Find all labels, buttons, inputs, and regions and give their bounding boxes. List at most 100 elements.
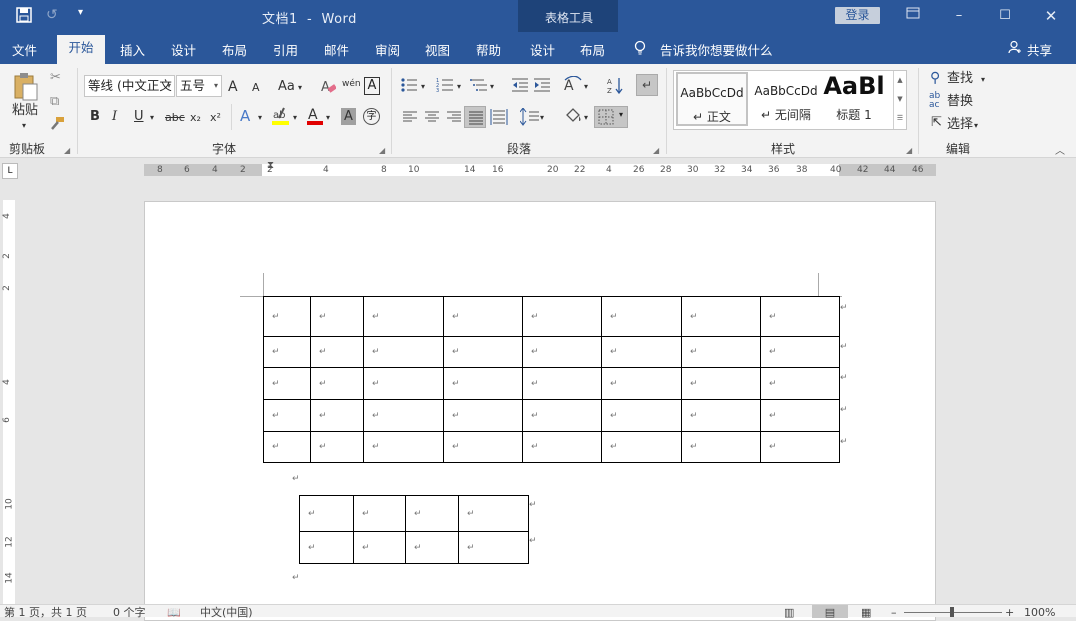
style-heading-1[interactable]: AaBl 标题 1 [822, 72, 886, 126]
strikethrough-button[interactable]: abc [165, 110, 185, 126]
table-cell[interactable]: ↵ [443, 296, 523, 337]
tab-help[interactable]: 帮助 [476, 40, 501, 59]
table-cell[interactable]: ↵ [681, 431, 761, 463]
paste-button[interactable]: 粘贴 [12, 103, 38, 119]
multilevel-list-icon[interactable] [470, 77, 488, 96]
table-cell[interactable]: ↵ [760, 336, 840, 368]
chinese-layout-dropdown-icon[interactable]: ▾ [584, 79, 588, 95]
show-formatting-marks-icon[interactable]: ↵ [636, 74, 658, 96]
document-table-1[interactable]: ↵ ↵ ↵ ↵ ↵ ↵ ↵ ↵ ↵ ↵ ↵ ↵ ↵ ↵ ↵ ↵ ↵ ↵ ↵ ↵ ↵ ↵ ↵ ↵ ↵ ↵ ↵ ↵ ↵ ↵ ↵ ↵ ↵ ↵ ↵ ↵ ↵ ↵ ↵ ↵ [263, 296, 840, 463]
table-cell[interactable]: ↵ [363, 336, 444, 368]
tab-mailings[interactable]: 邮件 [324, 40, 349, 59]
replace-button[interactable]: 替换 [947, 94, 973, 110]
close-icon[interactable]: ✕ [1040, 6, 1062, 26]
table-cell[interactable]: ↵ [760, 431, 840, 463]
format-painter-icon[interactable] [49, 116, 65, 133]
table-cell[interactable]: ↵ [263, 336, 311, 368]
subscript-button[interactable]: x₂ [190, 110, 201, 126]
styles-scroll[interactable]: ▲ ▼ ☰ [893, 71, 906, 129]
character-border-icon[interactable]: A [364, 77, 380, 95]
login-button[interactable]: 登录 [835, 7, 880, 24]
save-icon[interactable] [16, 7, 32, 27]
shrink-font-icon[interactable]: A [252, 80, 260, 96]
customize-qat-icon[interactable]: ▾ [78, 7, 83, 18]
table-cell[interactable]: ↵ [458, 531, 529, 564]
document-table-2[interactable]: ↵ ↵ ↵ ↵ ↵ ↵ ↵ ↵ [299, 495, 529, 564]
share-button[interactable]: 共享 [1027, 40, 1052, 59]
table-cell[interactable]: ↵ [363, 399, 444, 432]
numbering-dropdown-icon[interactable]: ▾ [457, 79, 461, 95]
justify-icon[interactable] [464, 106, 486, 128]
copy-icon[interactable]: ⧉ [50, 94, 59, 110]
read-mode-icon[interactable]: ▥ [784, 605, 794, 620]
font-launcher-icon[interactable]: ◢ [379, 146, 385, 155]
character-shading-icon[interactable]: A [341, 108, 356, 125]
table-cell[interactable]: ↵ [681, 367, 761, 400]
table-cell[interactable]: ↵ [310, 431, 364, 463]
table-cell[interactable]: ↵ [405, 531, 459, 564]
table-cell[interactable]: ↵ [405, 495, 459, 532]
table-cell[interactable]: ↵ [310, 296, 364, 337]
paragraph-launcher-icon[interactable]: ◢ [653, 146, 659, 155]
table-cell[interactable]: ↵ [681, 399, 761, 432]
table-cell[interactable]: ↵ [353, 495, 406, 532]
text-effects-dropdown-icon[interactable]: ▾ [258, 110, 262, 126]
zoom-level[interactable]: 100% [1024, 605, 1055, 620]
styles-launcher-icon[interactable]: ◢ [906, 146, 912, 155]
maximize-icon[interactable]: ☐ [994, 6, 1016, 26]
tab-table-layout[interactable]: 布局 [580, 40, 605, 59]
style-normal[interactable]: AaBbCcDd ↵ 正文 [676, 72, 748, 126]
cut-icon[interactable]: ✂ [50, 70, 61, 86]
table-cell[interactable]: ↵ [443, 431, 523, 463]
collapse-ribbon-icon[interactable]: ︿ [1055, 142, 1065, 157]
enclose-characters-icon[interactable]: 字 [363, 108, 380, 125]
vertical-ruler[interactable]: 4 2 2 4 6 10 12 14 [2, 200, 15, 605]
line-spacing-icon[interactable] [519, 107, 540, 129]
table-cell[interactable]: ↵ [443, 399, 523, 432]
zoom-in-icon[interactable]: + [1005, 605, 1014, 620]
table-cell[interactable]: ↵ [263, 431, 311, 463]
find-button[interactable]: 查找 [947, 71, 973, 87]
underline-dropdown-icon[interactable]: ▾ [150, 110, 154, 126]
select-dropdown-icon[interactable]: ▾ [974, 118, 978, 134]
align-left-icon[interactable] [402, 110, 418, 127]
table-cell[interactable]: ↵ [363, 296, 444, 337]
table-cell[interactable]: ↵ [310, 367, 364, 400]
find-dropdown-icon[interactable]: ▾ [981, 72, 985, 88]
table-cell[interactable]: ↵ [522, 336, 602, 368]
font-color-icon[interactable]: A [306, 106, 324, 129]
tab-insert[interactable]: 插入 [120, 40, 145, 59]
bullets-icon[interactable] [400, 77, 418, 96]
word-count[interactable]: 0 个字 [113, 605, 146, 620]
table-cell[interactable]: ↵ [263, 399, 311, 432]
bold-button[interactable]: B [90, 109, 100, 125]
font-size-dropdown[interactable]: 五号 ▾ [176, 75, 222, 97]
shading-dropdown-icon[interactable]: ▾ [584, 110, 588, 126]
tab-home[interactable]: 开始 [57, 35, 105, 64]
table-cell[interactable]: ↵ [443, 367, 523, 400]
table-cell[interactable]: ↵ [760, 296, 840, 337]
shading-icon[interactable] [563, 107, 583, 128]
table-cell[interactable]: ↵ [522, 367, 602, 400]
select-button[interactable]: 选择 [947, 117, 973, 133]
table-cell[interactable]: ↵ [458, 495, 529, 532]
style-no-spacing[interactable]: AaBbCcDd ↵ 无间隔 [750, 72, 822, 126]
paste-dropdown-icon[interactable]: ▾ [22, 118, 26, 134]
scroll-up-icon[interactable]: ▲ [894, 71, 906, 90]
table-cell[interactable]: ↵ [601, 367, 682, 400]
italic-button[interactable]: I [112, 109, 117, 125]
table-cell[interactable]: ↵ [263, 367, 311, 400]
undo-icon[interactable]: ↺ [46, 7, 58, 23]
numbering-icon[interactable]: 123 [436, 77, 454, 96]
text-effects-icon[interactable]: A [240, 108, 250, 124]
borders-dropdown-icon[interactable]: ▾ [619, 110, 623, 119]
change-case-button[interactable]: Aa [278, 79, 295, 95]
bullets-dropdown-icon[interactable]: ▾ [421, 79, 425, 95]
zoom-slider-thumb[interactable] [950, 607, 954, 617]
highlight-dropdown-icon[interactable]: ▾ [293, 110, 297, 126]
tab-view[interactable]: 视图 [425, 40, 450, 59]
line-spacing-dropdown-icon[interactable]: ▾ [540, 110, 544, 126]
tab-file[interactable]: 文件 [12, 40, 37, 59]
table-cell[interactable]: ↵ [353, 531, 406, 564]
table-cell[interactable]: ↵ [310, 399, 364, 432]
